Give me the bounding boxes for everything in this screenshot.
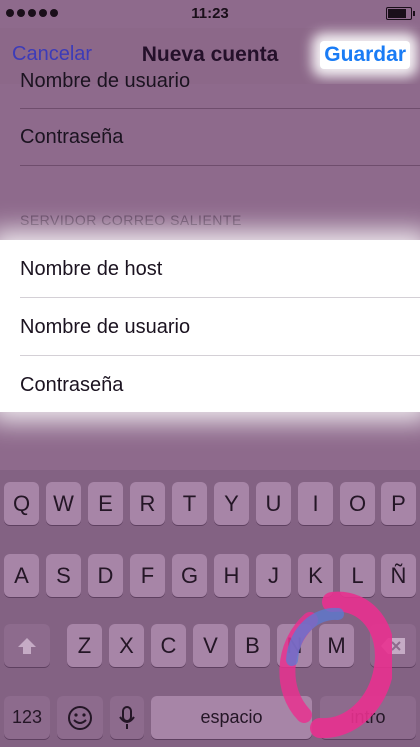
key-s[interactable]: S [46,554,81,597]
key-k[interactable]: K [298,554,333,597]
key-q[interactable]: Q [4,482,39,525]
key-v[interactable]: V [193,624,228,667]
key-d[interactable]: D [88,554,123,597]
key-l[interactable]: L [340,554,375,597]
microphone-icon [119,705,135,729]
key-z[interactable]: Z [67,624,102,667]
microphone-key[interactable] [110,696,144,739]
section-header-outgoing: SERVIDOR CORREO SALIENTE [20,212,242,228]
divider [20,297,420,298]
battery-fill [388,9,406,18]
divider [20,355,420,356]
key-enye[interactable]: Ñ [381,554,416,597]
delete-key[interactable] [370,624,416,667]
shift-key[interactable] [4,624,50,667]
key-f[interactable]: F [130,554,165,597]
key-h[interactable]: H [214,554,249,597]
shift-icon [18,637,36,654]
outgoing-hostname-field[interactable]: Nombre de host [20,258,162,281]
incoming-password-field[interactable]: Contraseña [20,126,123,149]
key-e[interactable]: E [88,482,123,525]
key-y[interactable]: Y [214,482,249,525]
key-i[interactable]: I [298,482,333,525]
screen: 11:23 Cancelar Nueva cuenta Guardar Nomb… [0,0,420,747]
delete-icon [381,637,405,654]
incoming-username-field[interactable]: Nombre de usuario [20,70,190,93]
key-o[interactable]: O [340,482,375,525]
key-m[interactable]: M [319,624,354,667]
key-x[interactable]: X [109,624,144,667]
status-bar: 11:23 [0,0,420,28]
key-t[interactable]: T [172,482,207,525]
divider [20,108,420,109]
emoji-icon [68,705,92,730]
key-a[interactable]: A [4,554,39,597]
key-w[interactable]: W [46,482,81,525]
divider [20,165,420,166]
key-r[interactable]: R [130,482,165,525]
key-g[interactable]: G [172,554,207,597]
status-time: 11:23 [191,5,229,22]
key-c[interactable]: C [151,624,186,667]
outgoing-username-field[interactable]: Nombre de usuario [20,316,190,339]
space-key[interactable]: espacio [151,696,312,739]
outgoing-server-group: Nombre de host Nombre de usuario Contras… [0,240,420,412]
keyboard: Q W E R T Y U I O P A S D F G H J K L Ñ … [0,470,420,747]
emoji-key[interactable] [57,696,103,739]
numbers-key[interactable]: 123 [4,696,50,739]
key-u[interactable]: U [256,482,291,525]
key-n[interactable]: N [277,624,312,667]
outgoing-password-field[interactable]: Contraseña [20,374,123,397]
key-b[interactable]: B [235,624,270,667]
key-p[interactable]: P [381,482,416,525]
return-key[interactable]: intro [320,696,416,739]
key-j[interactable]: J [256,554,291,597]
save-button[interactable]: Guardar [320,41,410,69]
battery-icon [386,7,415,20]
